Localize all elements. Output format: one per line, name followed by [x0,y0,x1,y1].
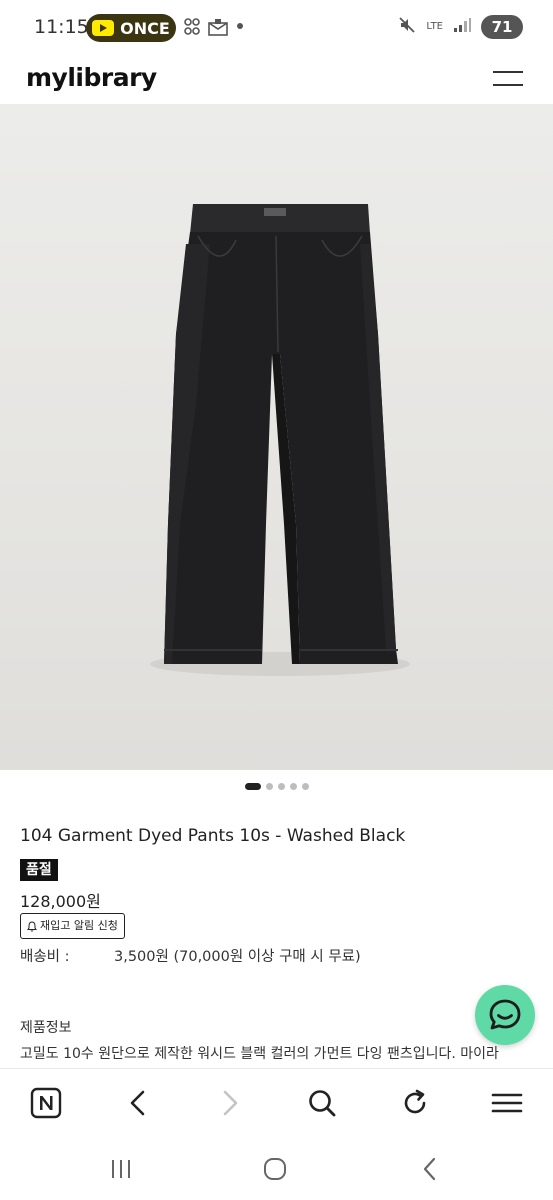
system-navigation-bar [0,1138,553,1200]
back-arrow-icon[interactable] [120,1085,156,1121]
grid-app-icon [184,18,200,41]
naver-home-icon[interactable] [28,1085,64,1121]
mute-icon [398,16,416,38]
restock-alert-button[interactable]: 재입고 알림 신청 [20,913,125,939]
search-icon[interactable] [304,1085,340,1121]
hamburger-menu-icon[interactable] [493,69,523,89]
gallery-pagination [0,783,553,790]
product-image[interactable] [0,104,553,770]
notification-dot-icon [236,17,244,40]
battery-level: 71 [491,18,513,36]
media-pill[interactable]: ONCE [86,14,176,42]
gallery-dot[interactable] [301,783,309,790]
forward-arrow-icon[interactable] [212,1085,248,1121]
gallery-dot[interactable] [289,783,297,790]
battery-indicator: 71 [481,15,523,39]
status-bar: 11:15 ONCE LTE 71 [0,0,553,56]
menu-icon[interactable] [489,1085,525,1121]
gallery-dot[interactable] [244,783,261,790]
youtube-icon [92,20,115,36]
media-pill-label: ONCE [120,18,170,38]
pants-illustration [150,204,410,676]
system-back-icon[interactable] [415,1154,445,1184]
site-header: mylibrary [0,56,553,104]
bell-icon [27,920,37,932]
browser-toolbar [0,1068,553,1138]
home-icon[interactable] [260,1154,290,1184]
soldout-badge: 품절 [20,859,58,881]
shipping-label: 배송비 : [20,949,70,965]
product-info-description: 고밀도 10수 원단으로 제작한 워시드 블랙 컬러의 가먼트 다잉 팬츠입니다… [20,1046,499,1062]
product-title: 104 Garment Dyed Pants 10s - Washed Blac… [20,826,406,846]
restock-button-label: 재입고 알림 신청 [40,919,118,932]
mail-icon [208,18,228,41]
product-info-heading: 제품정보 [20,1020,72,1036]
recent-apps-icon[interactable] [106,1154,136,1184]
refresh-icon[interactable] [397,1085,433,1121]
gallery-dot[interactable] [277,783,285,790]
network-label: LTE [426,21,443,32]
site-logo[interactable]: mylibrary [26,63,157,92]
signal-icon [453,17,471,37]
gallery-dot[interactable] [265,783,273,790]
status-time: 11:15 [34,16,89,38]
chat-bubble-icon [489,999,521,1030]
status-right: LTE 71 [398,15,523,39]
chat-button[interactable] [475,985,535,1045]
product-price: 128,000원 [20,892,101,911]
shipping-value: 3,500원 (70,000원 이상 구매 시 무료) [114,949,361,965]
